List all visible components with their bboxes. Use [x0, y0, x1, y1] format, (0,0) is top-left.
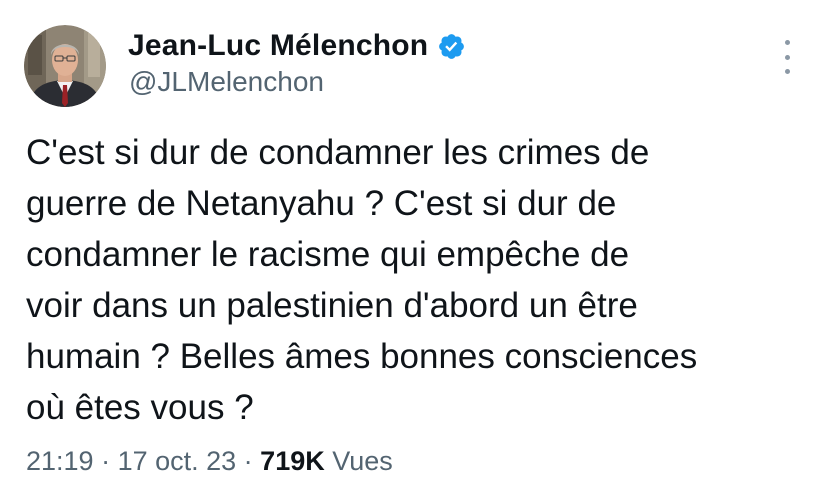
avatar[interactable] [24, 25, 106, 107]
more-options-icon[interactable] [779, 40, 795, 74]
author-name-row: Jean-Luc Mélenchon [128, 26, 466, 66]
tweet-text: C'est si dur de condamner les crimes de … [26, 127, 806, 433]
more-dot [784, 54, 790, 60]
tweet-metadata: 21:19 · 17 oct. 23 · 719K Vues [26, 446, 393, 477]
tweet-time[interactable]: 21:19 [26, 446, 94, 476]
tweet-text-line: guerre de Netanyahu ? C'est si dur de [26, 184, 617, 223]
more-dot [784, 69, 790, 74]
meta-separator: · [93, 446, 118, 476]
tweet-text-line: C'est si dur de condamner les crimes de [26, 133, 650, 172]
verified-badge-icon[interactable] [437, 32, 466, 61]
author-handle[interactable]: @JLMelenchon [129, 66, 324, 98]
views-count[interactable]: 719K [260, 446, 325, 476]
more-dot [784, 40, 790, 45]
tweet-date[interactable]: 17 oct. 23 [118, 446, 237, 476]
tweet-card: Jean-Luc Mélenchon @JLMelenchon C'est si… [0, 0, 828, 491]
tweet-text-line: condamner le racisme qui empêche de [26, 235, 630, 274]
views-label: Vues [332, 446, 393, 476]
tweet-text-line: humain ? Belles âmes bonnes consciences [26, 337, 698, 376]
author-display-name[interactable]: Jean-Luc Mélenchon [128, 29, 428, 63]
tweet-text-line: voir dans un palestinien d'abord un être [26, 286, 638, 325]
tweet-text-line: où êtes vous ? [26, 388, 254, 427]
meta-separator: · [236, 446, 261, 476]
